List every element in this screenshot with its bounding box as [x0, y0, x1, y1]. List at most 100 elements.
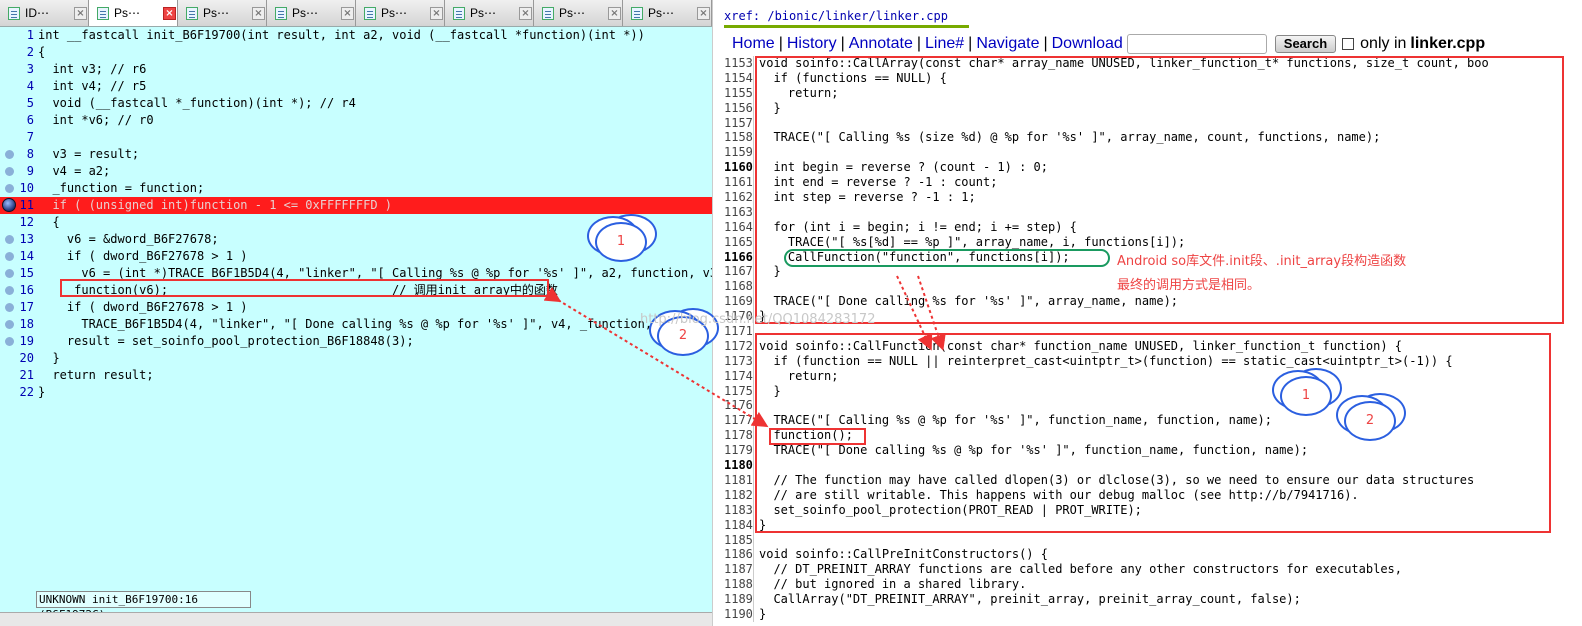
nav-link-history[interactable]: History [787, 35, 837, 52]
code-line[interactable]: 17 if ( dword_B6F27678 > 1 ) [0, 299, 712, 316]
code-line[interactable]: 19 result = set_soinfo_pool_protection_B… [0, 333, 712, 350]
code-line[interactable]: 5 void (__fastcall *_function)(int *); /… [0, 95, 712, 112]
line-number: 12 [19, 215, 34, 229]
tab-label: Ps⋯ [559, 6, 586, 20]
tab-3[interactable]: Ps⋯ × [267, 0, 356, 26]
source-line-number[interactable]: 1156 [724, 100, 754, 116]
line-number: 4 [26, 79, 34, 93]
code-line[interactable]: 10 _function = function; [0, 180, 712, 197]
source-line-number[interactable]: 1160 [724, 160, 754, 176]
source-line-number[interactable]: 1161 [724, 175, 754, 191]
pseudocode-listing[interactable]: 1 int __fastcall init_B6F19700(int result… [0, 27, 712, 401]
source-line-number[interactable]: 1176 [724, 398, 754, 414]
source-line-number[interactable]: 1184 [724, 517, 754, 533]
code-line[interactable]: 2{ [0, 44, 712, 61]
pseudocode-tab-icon [275, 6, 287, 20]
code-line[interactable]: 21 return result; [0, 367, 712, 384]
source-listing[interactable]: 1153 void soinfo::CallArray(const char* a… [724, 56, 1582, 626]
code-line[interactable]: 22} [0, 384, 712, 401]
source-line-number[interactable]: 1180 [724, 458, 754, 474]
source-line-number[interactable]: 1186 [724, 547, 754, 563]
source-line-number[interactable]: 1183 [724, 502, 754, 518]
close-icon[interactable]: × [74, 6, 87, 20]
source-line-number[interactable]: 1172 [724, 338, 754, 354]
source-line-number[interactable]: 1155 [724, 85, 754, 101]
source-line-number[interactable]: 1178 [724, 428, 754, 444]
code-line[interactable]: 3 int v3; // r6 [0, 61, 712, 78]
close-icon[interactable]: × [697, 6, 710, 20]
source-line-number[interactable]: 1179 [724, 443, 754, 459]
close-icon[interactable]: × [252, 6, 265, 20]
xref-path[interactable]: /bionic/linker/linker.cpp [767, 9, 948, 23]
bottom-scrollbar[interactable] [0, 612, 712, 626]
tab-4[interactable]: Ps⋯ × [356, 0, 445, 26]
line-number: 20 [19, 351, 34, 365]
code-line[interactable]: 8 v3 = result; [0, 146, 712, 163]
close-icon[interactable]: × [519, 6, 532, 20]
source-line: 1155 return; [724, 85, 1582, 101]
source-line-number[interactable]: 1181 [724, 472, 754, 488]
code-line[interactable]: 1 int __fastcall init_B6F19700(int result… [0, 27, 712, 44]
source-line-number[interactable]: 1177 [724, 413, 754, 429]
source-line-number[interactable]: 1168 [724, 279, 754, 295]
close-icon[interactable]: × [430, 6, 443, 20]
source-line-number[interactable]: 1157 [724, 115, 754, 131]
tab-label: Ps⋯ [648, 6, 675, 20]
code-line[interactable]: 4 int v4; // r5 [0, 78, 712, 95]
tab-2[interactable]: Ps⋯ × [178, 0, 267, 26]
tab-6[interactable]: Ps⋯ × [534, 0, 623, 26]
source-line-number[interactable]: 1188 [724, 577, 754, 593]
code-line[interactable]: 16 _function(v6); // 调用init_array中的函数 [0, 282, 712, 299]
source-line-number[interactable]: 1185 [724, 532, 754, 548]
close-icon[interactable]: × [608, 6, 621, 20]
code-text: _function(v6); // 调用init_array中的函数 [38, 283, 558, 297]
search-button[interactable]: Search [1274, 35, 1337, 53]
code-text: { [38, 215, 60, 229]
code-line[interactable]: 15 v6 = (int *)TRACE_B6F1B5D4(4, "linker… [0, 265, 712, 282]
code-line[interactable]: 9 v4 = a2; [0, 163, 712, 180]
code-text: void (__fastcall *_function)(int *); // … [38, 96, 356, 110]
code-line[interactable]: 6 int *v6; // r0 [0, 112, 712, 129]
tab-7[interactable]: Ps⋯ × [623, 0, 712, 26]
source-line-number[interactable]: 1167 [724, 264, 754, 280]
source-line-number[interactable]: 1165 [724, 234, 754, 250]
source-line-number[interactable]: 1164 [724, 219, 754, 235]
source-line-number[interactable]: 1169 [724, 294, 754, 310]
source-line-number[interactable]: 1153 [724, 56, 754, 71]
source-line-number[interactable]: 1163 [724, 204, 754, 220]
source-line-number[interactable]: 1189 [724, 592, 754, 608]
source-line-number[interactable]: 1174 [724, 368, 754, 384]
xref-title: xref: /bionic/linker/linker.cpp [724, 9, 969, 28]
source-line-number[interactable]: 1166 [724, 249, 754, 265]
close-icon[interactable]: × [341, 6, 354, 20]
code-line[interactable]: 20 } [0, 350, 712, 367]
code-line[interactable]: 18 TRACE_B6F1B5D4(4, "linker", "[ Done c… [0, 316, 712, 333]
nav-link-download[interactable]: Download [1052, 35, 1123, 52]
source-line-number[interactable]: 1175 [724, 383, 754, 399]
source-text: TRACE("[ Calling %s (size %d) @ %p for '… [759, 130, 1381, 145]
nav-link-annotate[interactable]: Annotate [849, 35, 913, 52]
tab-5[interactable]: Ps⋯ × [445, 0, 534, 26]
only-in-checkbox[interactable] [1342, 38, 1355, 50]
source-line-number[interactable]: 1187 [724, 562, 754, 578]
source-line-number[interactable]: 1159 [724, 145, 754, 161]
ida-pseudocode-pane: ID⋯ × Ps⋯ × Ps⋯ × Ps⋯ × Ps⋯ × Ps⋯ × Ps⋯ × Ps⋯ × 1 int __… [0, 0, 712, 626]
nav-link-line[interactable]: Line# [925, 35, 964, 52]
source-line-number[interactable]: 1173 [724, 353, 754, 369]
nav-link-navigate[interactable]: Navigate [976, 35, 1039, 52]
source-line-number[interactable]: 1158 [724, 130, 754, 146]
code-line[interactable]: 7 [0, 129, 712, 146]
source-line-number[interactable]: 1162 [724, 190, 754, 206]
code-text: return result; [38, 368, 154, 382]
nav-link-home[interactable]: Home [732, 35, 775, 52]
search-input[interactable] [1126, 34, 1267, 54]
source-text: void soinfo::CallPreInitConstructors() { [759, 547, 1048, 562]
tab-1[interactable]: Ps⋯ × [89, 0, 178, 26]
source-line: 1157 [724, 115, 1582, 131]
source-line-number[interactable]: 1154 [724, 70, 754, 86]
source-line-number[interactable]: 1182 [724, 487, 754, 503]
code-line[interactable]: 11 if ( (unsigned int)function - 1 <= 0x… [0, 197, 712, 214]
source-line-number[interactable]: 1190 [724, 606, 754, 622]
tab-0[interactable]: ID⋯ × [0, 0, 89, 26]
close-icon[interactable]: × [163, 6, 176, 20]
